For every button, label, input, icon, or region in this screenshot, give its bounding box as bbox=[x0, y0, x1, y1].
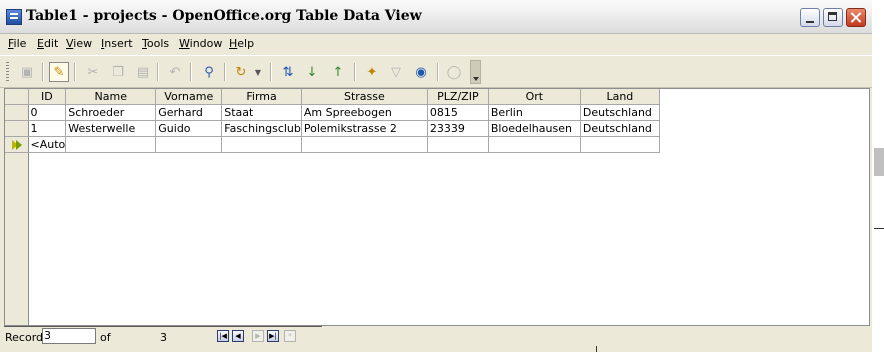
column-header-ort[interactable]: Ort bbox=[488, 89, 581, 105]
paste-icon[interactable]: ▤ bbox=[133, 62, 153, 82]
column-header-vorname[interactable]: Vorname bbox=[155, 89, 223, 105]
menu-edit[interactable]: Edit bbox=[37, 37, 58, 50]
save-record-icon[interactable]: ▣ bbox=[17, 62, 37, 82]
close-button[interactable] bbox=[846, 8, 866, 27]
previous-record-button[interactable]: ◀ bbox=[232, 330, 244, 342]
undo-icon[interactable]: ↶ bbox=[165, 62, 185, 82]
copy-icon[interactable]: ❐ bbox=[108, 62, 128, 82]
cell-land[interactable]: Deutschland bbox=[580, 104, 660, 121]
cell-plz-zip[interactable]: 0815 bbox=[427, 104, 489, 121]
minimize-button[interactable] bbox=[800, 8, 820, 27]
table-row: 1 Westerwelle Guido Faschingsclub Polemi… bbox=[5, 120, 660, 137]
desktop-line bbox=[874, 228, 884, 229]
toolbar-separator bbox=[190, 63, 192, 81]
cell-vorname[interactable]: Guido bbox=[155, 120, 223, 137]
column-header-land[interactable]: Land bbox=[580, 89, 660, 105]
cell-firma[interactable]: Faschingsclub bbox=[221, 120, 302, 137]
cell-land[interactable] bbox=[580, 136, 660, 153]
table-app-icon bbox=[6, 9, 22, 25]
toolbar-overflow-button[interactable] bbox=[470, 60, 481, 84]
column-header-strasse[interactable]: Strasse bbox=[301, 89, 428, 105]
cell-firma[interactable] bbox=[221, 136, 302, 153]
chevron-down-icon[interactable]: ▼ bbox=[252, 62, 264, 82]
autofilter-icon[interactable]: ✦ bbox=[362, 62, 382, 82]
cell-vorname[interactable]: Gerhard bbox=[155, 104, 223, 121]
of-label: of bbox=[100, 331, 111, 344]
column-header-firma[interactable]: Firma bbox=[221, 89, 302, 105]
menu-window[interactable]: Window bbox=[179, 37, 222, 50]
title-bar[interactable]: Table1 - projects - OpenOffice.org Table… bbox=[0, 0, 872, 34]
toolbar-separator bbox=[354, 63, 356, 81]
record-total: 3 bbox=[160, 331, 167, 344]
refresh-icon[interactable]: ↻ bbox=[231, 62, 251, 82]
navigation-divider bbox=[4, 326, 322, 327]
toolbar-separator bbox=[74, 63, 76, 81]
cell-firma[interactable]: Staat bbox=[221, 104, 302, 121]
toolbar-separator bbox=[270, 63, 272, 81]
cell-plz-zip[interactable] bbox=[427, 136, 489, 153]
row-header[interactable] bbox=[5, 120, 29, 137]
cell-ort[interactable]: Bloedelhausen bbox=[488, 120, 581, 137]
sort-descending-icon[interactable]: ↑ bbox=[328, 62, 348, 82]
cell-ort[interactable]: Berlin bbox=[488, 104, 581, 121]
toolbar: ▣ ✎ ✂ ❐ ▤ ↶ ⚲ ↻ ▼ ⇅ ↓ ↑ ✦ ▽ ◉ ◯ bbox=[0, 55, 872, 88]
table-row: 0 Schroeder Gerhard Staat Am Spreebogen … bbox=[5, 104, 660, 121]
window-title: Table1 - projects - OpenOffice.org Table… bbox=[26, 8, 422, 24]
cell-vorname[interactable] bbox=[155, 136, 223, 153]
sort-icon[interactable]: ⇅ bbox=[278, 62, 298, 82]
toolbar-separator bbox=[157, 63, 159, 81]
menu-help[interactable]: Help bbox=[229, 37, 254, 50]
cell-ort[interactable] bbox=[488, 136, 581, 153]
desktop-background bbox=[874, 148, 884, 176]
column-header-name[interactable]: Name bbox=[65, 89, 157, 105]
toolbar-separator bbox=[437, 63, 439, 81]
cell-name[interactable]: Westerwelle bbox=[65, 120, 157, 137]
column-header-row: ID Name Vorname Firma Strasse PLZ/ZIP Or… bbox=[5, 89, 660, 105]
row-header[interactable] bbox=[5, 104, 29, 121]
toolbar-grip[interactable] bbox=[6, 62, 9, 82]
sort-ascending-icon[interactable]: ↓ bbox=[302, 62, 322, 82]
column-header-plz-zip[interactable]: PLZ/ZIP bbox=[427, 89, 489, 105]
table-data-view-window: Table1 - projects - OpenOffice.org Table… bbox=[0, 0, 872, 352]
cell-strasse[interactable] bbox=[301, 136, 428, 153]
menu-file[interactable]: File bbox=[8, 37, 26, 50]
data-to-text-icon[interactable]: ◯ bbox=[444, 62, 464, 82]
cell-id[interactable]: 1 bbox=[28, 120, 67, 137]
cell-plz-zip[interactable]: 23339 bbox=[427, 120, 489, 137]
edit-data-icon[interactable]: ✎ bbox=[49, 62, 69, 82]
maximize-button[interactable] bbox=[823, 8, 843, 27]
menu-bar: File Edit View Insert Tools Window Help bbox=[0, 34, 872, 54]
cell-name[interactable]: Schroeder bbox=[65, 104, 157, 121]
find-record-icon[interactable]: ⚲ bbox=[199, 62, 219, 82]
record-label: Record bbox=[5, 331, 44, 344]
new-record-button[interactable]: * bbox=[284, 330, 296, 342]
remove-filter-icon[interactable]: ◉ bbox=[411, 62, 431, 82]
menu-insert[interactable]: Insert bbox=[101, 37, 133, 50]
cell-id[interactable]: 0 bbox=[28, 104, 67, 121]
record-number-input[interactable]: 3 bbox=[42, 328, 96, 344]
data-table: ID Name Vorname Firma Strasse PLZ/ZIP Or… bbox=[5, 89, 660, 153]
desktop-line bbox=[596, 346, 597, 352]
toolbar-separator bbox=[224, 63, 226, 81]
new-record-arrow-icon bbox=[16, 140, 22, 150]
standard-filter-icon[interactable]: ▽ bbox=[386, 62, 406, 82]
toolbar-separator bbox=[42, 63, 44, 81]
first-record-button[interactable]: |◀ bbox=[217, 330, 229, 342]
menu-view[interactable]: View bbox=[66, 37, 92, 50]
next-record-button[interactable]: ▶ bbox=[252, 330, 264, 342]
data-grid[interactable]: ID Name Vorname Firma Strasse PLZ/ZIP Or… bbox=[4, 88, 870, 326]
cell-land[interactable]: Deutschland bbox=[580, 120, 660, 137]
cell-id[interactable]: <Auto bbox=[28, 136, 67, 153]
menu-tools[interactable]: Tools bbox=[142, 37, 169, 50]
record-navigation-bar: Record 3 of 3 |◀ ◀ ▶ ▶| * bbox=[4, 326, 870, 346]
new-record-row: <Auto bbox=[5, 136, 660, 153]
cut-icon[interactable]: ✂ bbox=[83, 62, 103, 82]
cell-name[interactable] bbox=[65, 136, 157, 153]
last-record-button[interactable]: ▶| bbox=[267, 330, 279, 342]
row-header-current[interactable] bbox=[5, 136, 29, 153]
corner-header[interactable] bbox=[5, 89, 29, 105]
cell-strasse[interactable]: Am Spreebogen bbox=[301, 104, 428, 121]
cell-strasse[interactable]: Polemikstrasse 2 bbox=[301, 120, 428, 137]
column-header-id[interactable]: ID bbox=[28, 89, 67, 105]
